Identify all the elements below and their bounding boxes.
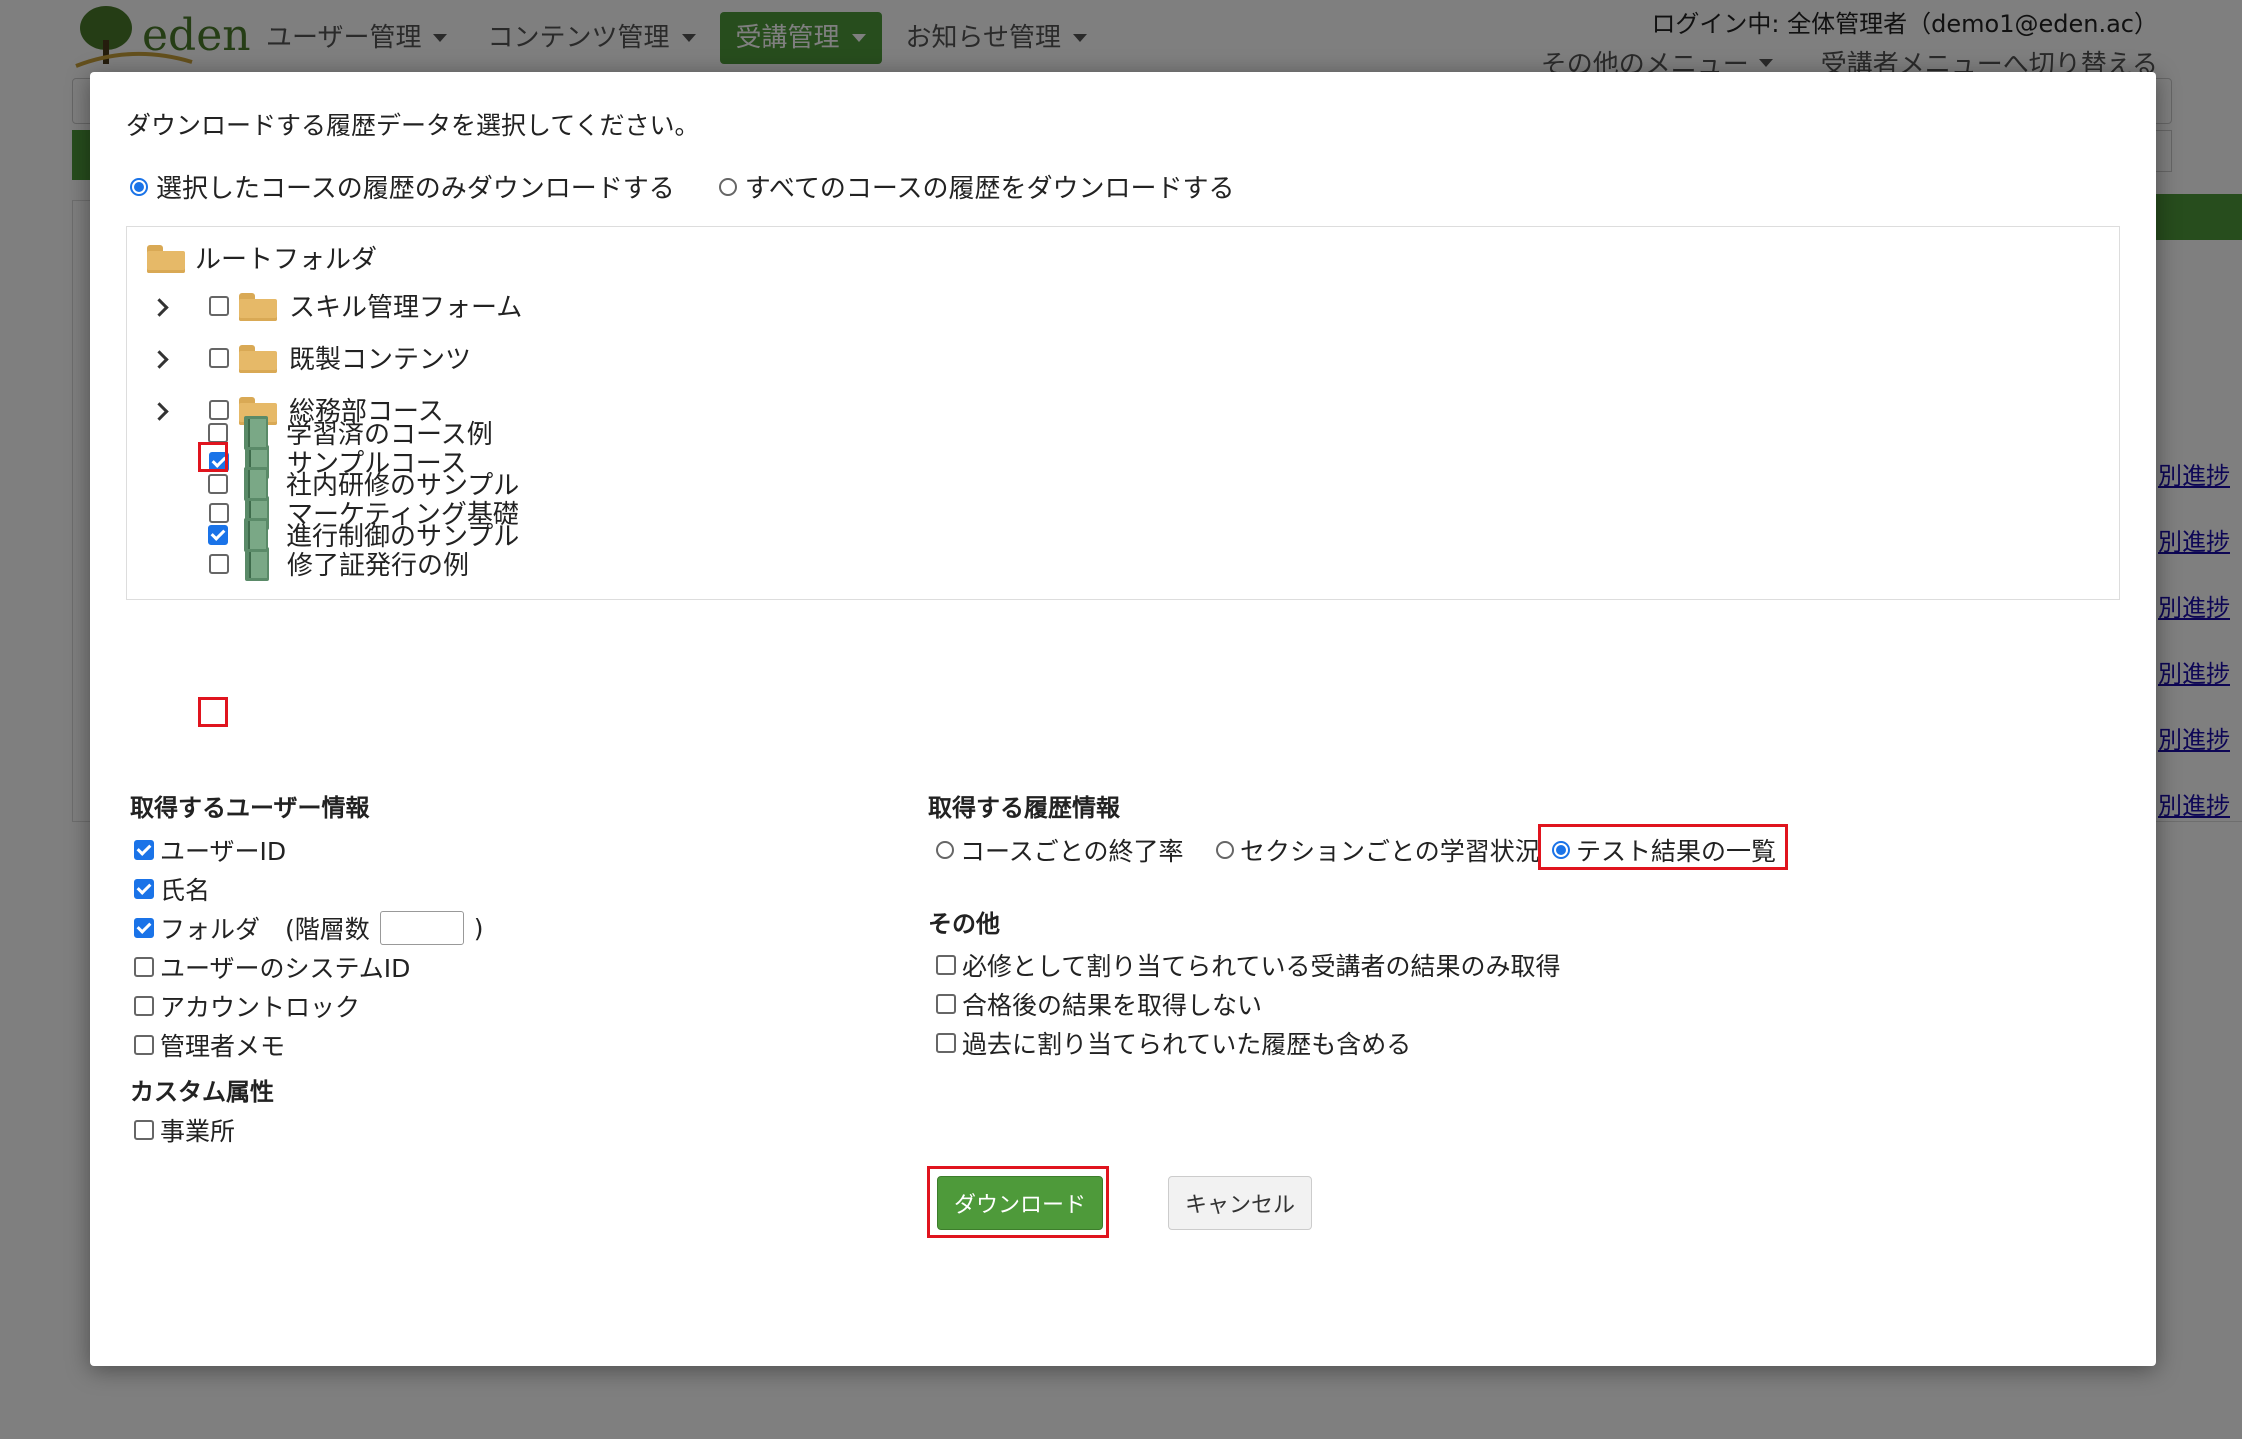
system-id-option[interactable]: ユーザーのシステムID [134, 949, 410, 985]
option-checkbox[interactable] [134, 1120, 154, 1140]
option-label: ユーザーのシステムID [160, 954, 411, 983]
tree-root-label: ルートフォルダ [195, 245, 378, 275]
option-label: 必修として割り当てられている受講者の結果のみ取得 [962, 952, 1561, 981]
tree-item-label[interactable]: 社内研修のサンプル [286, 465, 519, 502]
tree-item-checkbox[interactable] [209, 553, 229, 574]
user-info-title: 取得するユーザー情報 [130, 794, 370, 822]
option-label: セクションごとの学習状況 [1240, 837, 1540, 866]
folder-option: フォルダ (階層数 ) [134, 910, 484, 946]
scope-label: すべてのコースの履歴をダウンロードする [744, 174, 1235, 204]
name-option[interactable]: 氏名 [134, 871, 210, 907]
chevron-right-icon[interactable] [150, 350, 169, 369]
radio-unselected[interactable] [1216, 841, 1234, 859]
tree-item-label[interactable]: 既製コンテンツ [289, 339, 471, 376]
exclude-after-pass-option[interactable]: 合格後の結果を取得しない [936, 986, 1262, 1022]
tree-item-checkbox[interactable] [208, 422, 228, 443]
radio-unselected[interactable] [936, 841, 954, 859]
history-info-title: 取得する履歴情報 [928, 794, 1120, 822]
tree-item-label[interactable]: 学習済のコース例 [286, 414, 493, 451]
tree-root[interactable]: ルートフォルダ [147, 239, 377, 276]
option-label: 氏名 [160, 876, 211, 905]
course-book-icon [242, 517, 270, 552]
scope-selected-courses-radio[interactable]: 選択したコースの履歴のみダウンロードする [130, 168, 675, 205]
course-book-icon [242, 466, 270, 501]
option-checkbox[interactable] [134, 1035, 154, 1055]
option-label: アカウントロック [160, 993, 361, 1022]
option-label: コースごとの終了率 [960, 837, 1184, 866]
cancel-button[interactable]: キャンセル [1168, 1176, 1312, 1230]
tree-item-label[interactable]: スキル管理フォーム [289, 287, 522, 324]
tree-item-checkbox[interactable] [209, 295, 229, 316]
tree-item-skill-form: スキル管理フォーム [209, 287, 522, 324]
chevron-right-icon[interactable] [150, 298, 169, 317]
folder-open-icon [147, 243, 185, 273]
highlight-sample-course-checkbox [198, 442, 228, 472]
tree-item-checkbox[interactable] [209, 347, 229, 368]
chevron-right-icon[interactable] [150, 402, 169, 421]
folder-depth-input[interactable] [379, 911, 464, 945]
account-lock-option[interactable]: アカウントロック [134, 988, 360, 1024]
radio-unselected[interactable] [718, 177, 737, 196]
highlight-test-results [1538, 824, 1788, 870]
option-checkbox[interactable] [134, 957, 154, 977]
option-checkbox[interactable] [134, 996, 154, 1016]
user-id-option[interactable]: ユーザーID [134, 832, 286, 868]
include-past-assignments-option[interactable]: 過去に割り当てられていた履歴も含める [936, 1025, 1411, 1061]
option-checkbox[interactable] [936, 955, 956, 975]
option-checkbox[interactable] [134, 879, 154, 899]
option-label: 事業所 [160, 1117, 236, 1146]
option-checkbox[interactable] [134, 840, 154, 860]
option-label: 管理者メモ [160, 1032, 286, 1061]
highlight-progress-control-checkbox [198, 697, 228, 727]
admin-memo-option[interactable]: 管理者メモ [134, 1027, 285, 1063]
folder-icon [239, 343, 277, 373]
option-label: フォルダ (階層数 [160, 915, 370, 944]
scope-label: 選択したコースの履歴のみダウンロードする [156, 174, 675, 204]
course-book-icon [242, 415, 270, 450]
tree-item-checkbox[interactable] [208, 524, 228, 545]
tree-item-checkbox[interactable] [208, 473, 228, 494]
completion-rate-radio[interactable]: コースごとの終了率 [936, 832, 1184, 868]
highlight-download-button [927, 1166, 1109, 1238]
option-checkbox[interactable] [936, 994, 956, 1014]
folder-icon [239, 291, 277, 321]
tree-item-progress-control: 進行制御のサンプル [208, 516, 519, 553]
option-label-suffix: ) [473, 913, 484, 943]
download-scope-group: 選択したコースの履歴のみダウンロードする すべてのコースの履歴をダウンロードする [130, 168, 1235, 205]
dialog-instruction: ダウンロードする履歴データを選択してください。 [126, 111, 700, 140]
other-title: その他 [928, 910, 1000, 938]
tree-item-ready-made: 既製コンテンツ [209, 339, 471, 376]
scope-all-courses-radio[interactable]: すべてのコースの履歴をダウンロードする [718, 168, 1235, 205]
section-status-radio[interactable]: セクションごとの学習状況 [1216, 832, 1540, 868]
tree-item-completed-example: 学習済のコース例 [208, 414, 493, 451]
office-option[interactable]: 事業所 [134, 1112, 235, 1148]
custom-attr-title: カスタム属性 [130, 1078, 274, 1106]
radio-selected[interactable] [130, 177, 148, 196]
option-checkbox[interactable] [134, 918, 154, 938]
tree-item-internal-training: 社内研修のサンプル [208, 465, 519, 502]
option-checkbox[interactable] [936, 1033, 956, 1053]
option-label: ユーザーID [160, 837, 287, 866]
option-label: 合格後の結果を取得しない [962, 991, 1263, 1020]
required-only-option[interactable]: 必修として割り当てられている受講者の結果のみ取得 [936, 947, 1561, 983]
tree-item-label[interactable]: 進行制御のサンプル [286, 516, 519, 553]
option-label: 過去に割り当てられていた履歴も含める [962, 1030, 1412, 1059]
download-history-dialog: ダウンロードする履歴データを選択してください。 選択したコースの履歴のみダウンロ… [90, 72, 2156, 1366]
